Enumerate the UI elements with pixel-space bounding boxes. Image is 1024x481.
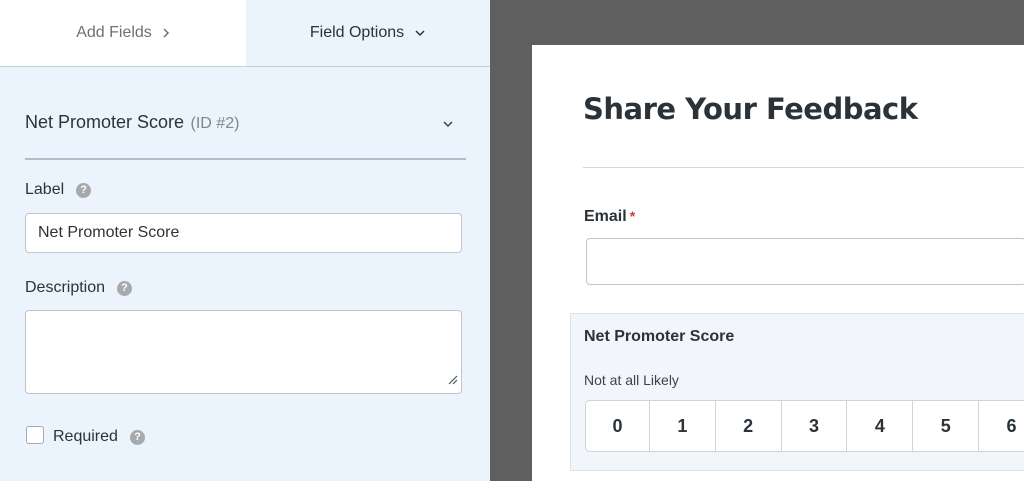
email-field-label[interactable]: Email * — [584, 208, 635, 226]
field-id: (ID #2) — [190, 115, 240, 132]
nps-option-4[interactable]: 4 — [847, 400, 914, 452]
panel-tabs: Add Fields Field Options — [0, 0, 490, 67]
nps-option-5[interactable]: 5 — [913, 400, 980, 452]
tab-field-options-label: Field Options — [309, 24, 405, 41]
description-title-text: Description — [25, 279, 106, 296]
nps-field[interactable]: Net Promoter Score Not at all Likely 0 1… — [570, 313, 1024, 471]
field-options-panel: Add Fields Field Options Net Promoter Sc… — [0, 0, 490, 481]
nps-option-2[interactable]: 2 — [715, 400, 782, 452]
label-input[interactable] — [25, 213, 462, 253]
nps-low-label: Not at all Likely — [584, 372, 679, 388]
help-icon[interactable]: ? — [129, 429, 145, 445]
form-divider — [583, 167, 1024, 168]
label-title-text: Label — [25, 181, 65, 198]
tab-add-fields-label: Add Fields — [76, 24, 152, 41]
nps-title: Net Promoter Score — [584, 328, 735, 345]
form-title[interactable]: Share Your Feedback — [583, 92, 918, 126]
tab-add-fields[interactable]: Add Fields — [0, 0, 246, 66]
chevron-right-icon — [162, 27, 170, 39]
help-icon[interactable]: ? — [76, 182, 92, 198]
description-textarea[interactable] — [25, 310, 462, 394]
nps-option-3[interactable]: 3 — [781, 400, 848, 452]
required-option: Required ? — [53, 428, 145, 446]
required-label[interactable]: Required — [53, 428, 118, 446]
nps-option-0[interactable]: 0 — [585, 400, 650, 452]
field-header[interactable]: Net Promoter Score (ID #2) — [25, 112, 466, 160]
chevron-down-icon[interactable] — [442, 115, 454, 133]
field-name: Net Promoter Score — [25, 112, 185, 132]
chevron-down-icon — [414, 29, 426, 37]
form-preview: Share Your Feedback Email * Net Promoter … — [532, 45, 1024, 481]
email-label-text: Email — [584, 208, 627, 225]
description-option-title: Description ? — [25, 279, 133, 297]
required-checkbox[interactable] — [26, 426, 44, 444]
tab-field-options[interactable]: Field Options — [246, 0, 490, 66]
nps-option-6[interactable]: 6 — [979, 400, 1024, 452]
help-icon[interactable]: ? — [117, 280, 133, 296]
nps-option-1[interactable]: 1 — [649, 400, 716, 452]
email-field[interactable] — [586, 238, 1024, 285]
resize-handle-icon[interactable] — [448, 372, 458, 390]
label-option-title: Label ? — [25, 181, 92, 199]
nps-scale: 0 1 2 3 4 5 6 — [585, 400, 1024, 452]
required-marker: * — [629, 208, 636, 224]
